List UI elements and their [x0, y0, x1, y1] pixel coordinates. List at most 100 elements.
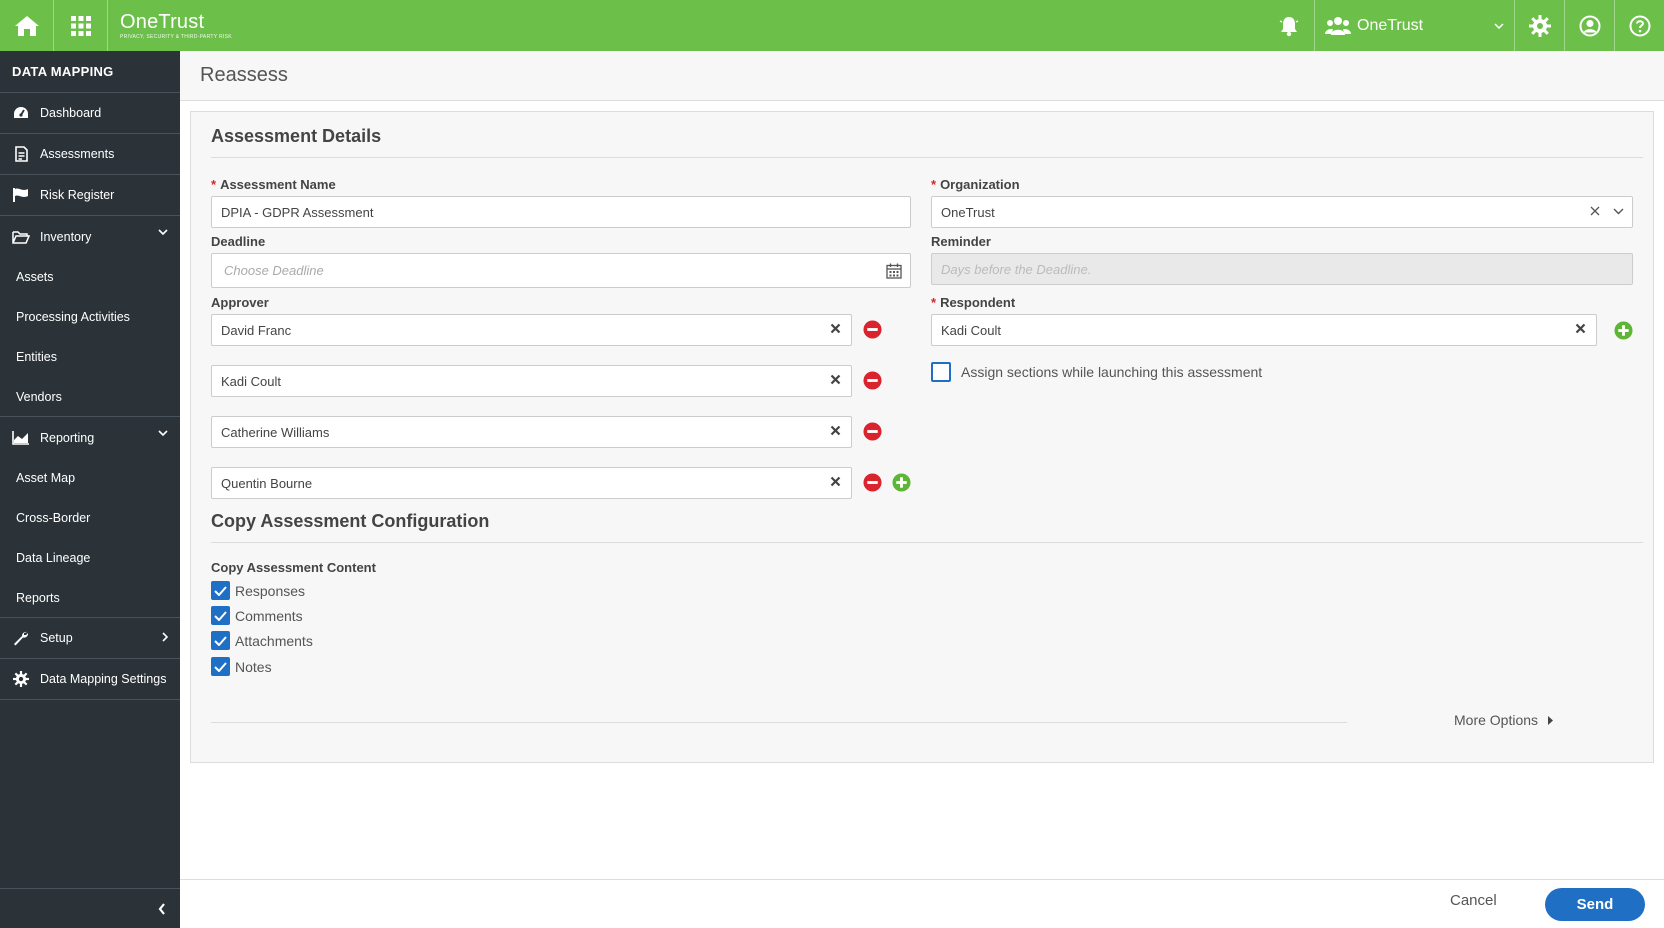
respondent-input[interactable]: Kadi Coult — [931, 314, 1597, 346]
copy-attachments-checkbox[interactable]: Attachments — [211, 631, 313, 650]
dashboard-icon — [12, 104, 30, 122]
sidebar-item-assessments[interactable]: Assessments — [0, 134, 180, 175]
main-content: Reassess Assessment Details * Assessment … — [180, 51, 1664, 928]
sidebar-item-label: Reporting — [40, 430, 95, 445]
top-navigation-bar: OneTrust PRIVACY, SECURITY & THIRD-PARTY… — [0, 0, 1664, 51]
checkmark-icon[interactable] — [211, 581, 230, 600]
notifications-button[interactable] — [1264, 0, 1314, 51]
divider — [211, 722, 1347, 723]
sidebar-item-inventory[interactable]: Inventory — [0, 216, 180, 257]
copy-option-label: Responses — [235, 582, 306, 599]
home-button[interactable] — [0, 0, 54, 51]
sidebar-title: DATA MAPPING — [0, 51, 180, 93]
apps-menu-button[interactable] — [54, 0, 108, 51]
approver-input-4[interactable]: Quentin Bourne — [211, 467, 852, 499]
assessment-name-input[interactable]: DPIA - GDPR Assessment — [211, 196, 911, 228]
sidebar-collapse-button[interactable] — [0, 888, 180, 928]
calendar-icon[interactable] — [886, 263, 902, 279]
caret-right-icon — [1548, 715, 1554, 725]
assessment-name-label: * Assessment Name — [211, 177, 336, 192]
gear-icon — [1528, 14, 1551, 37]
clear-icon[interactable] — [1590, 206, 1600, 216]
approver-label: Approver — [211, 295, 269, 310]
chevron-down-icon — [158, 229, 168, 235]
clear-icon[interactable] — [830, 323, 841, 334]
clear-icon[interactable] — [830, 374, 841, 385]
flag-icon — [12, 186, 30, 204]
wrench-icon — [12, 629, 30, 647]
assign-sections-label: Assign sections while launching this ass… — [961, 364, 1263, 380]
copy-responses-checkbox[interactable]: Responses — [211, 581, 305, 600]
copy-option-label: Attachments — [235, 632, 313, 649]
chevron-left-icon — [158, 902, 165, 915]
settings-button[interactable] — [1514, 0, 1564, 51]
clear-icon[interactable] — [830, 425, 841, 436]
deadline-label: Deadline — [211, 234, 266, 249]
sidebar-subitem-assets[interactable]: Assets — [0, 257, 180, 297]
sidebar-item-reporting[interactable]: Reporting — [0, 417, 180, 458]
sidebar-subitem-asset-map[interactable]: Asset Map — [0, 458, 180, 498]
sidebar-item-dashboard[interactable]: Dashboard — [0, 93, 180, 134]
divider — [211, 542, 1643, 543]
divider — [211, 157, 1643, 158]
respondent-label: * Respondent — [931, 295, 1016, 310]
remove-approver-icon[interactable] — [863, 320, 882, 339]
more-options-toggle[interactable]: More Options — [1454, 712, 1554, 728]
sidebar-subitem-reports[interactable]: Reports — [0, 578, 180, 618]
reassess-form-panel: Assessment Details * Assessment Name DPIA… — [190, 111, 1654, 763]
organization-label: * Organization — [931, 177, 1020, 192]
home-icon — [14, 15, 39, 36]
send-button[interactable]: Send — [1545, 888, 1645, 921]
assign-sections-checkbox[interactable]: Assign sections while launching this ass… — [931, 362, 1262, 382]
sidebar-subitem-entities[interactable]: Entities — [0, 337, 180, 377]
copy-comments-checkbox[interactable]: Comments — [211, 606, 303, 625]
add-respondent-icon[interactable] — [1614, 321, 1633, 340]
page-title: Reassess — [180, 51, 1664, 101]
clear-icon[interactable] — [830, 476, 841, 487]
bell-icon — [1279, 16, 1299, 36]
checkmark-icon[interactable] — [211, 657, 230, 676]
remove-approver-icon[interactable] — [863, 422, 882, 441]
approver-input-2[interactable]: Kadi Coult — [211, 365, 852, 397]
user-profile-button[interactable] — [1564, 0, 1614, 51]
remove-approver-icon[interactable] — [863, 371, 882, 390]
help-button[interactable] — [1614, 0, 1664, 51]
approver-input-1[interactable]: David Franc — [211, 314, 852, 346]
clear-icon[interactable] — [1575, 323, 1586, 334]
users-icon — [1325, 16, 1351, 35]
approver-input-3[interactable]: Catherine Williams — [211, 416, 852, 448]
footer-actions: Cancel Send — [180, 879, 1664, 928]
checkmark-icon[interactable] — [211, 631, 230, 650]
sidebar-subitem-data-lineage[interactable]: Data Lineage — [0, 538, 180, 578]
folder-icon — [12, 228, 30, 246]
copy-notes-checkbox[interactable]: Notes — [211, 657, 272, 676]
chevron-down-icon[interactable] — [1613, 208, 1624, 215]
sidebar-subitem-cross-border[interactable]: Cross-Border — [0, 498, 180, 538]
help-icon — [1629, 15, 1650, 36]
sidebar-item-setup[interactable]: Setup — [0, 618, 180, 659]
remove-approver-icon[interactable] — [863, 473, 882, 492]
cancel-button[interactable]: Cancel — [1450, 892, 1497, 909]
reminder-label: Reminder — [931, 234, 991, 249]
organization-switcher[interactable]: OneTrust — [1314, 0, 1514, 51]
brand-logo[interactable]: OneTrust PRIVACY, SECURITY & THIRD-PARTY… — [108, 0, 232, 51]
deadline-input[interactable]: Choose Deadline — [211, 253, 911, 288]
copy-configuration-title: Copy Assessment Configuration — [211, 511, 490, 531]
sidebar-item-label: Risk Register — [40, 188, 115, 202]
sidebar-subitem-vendors[interactable]: Vendors — [0, 377, 180, 417]
copy-content-label: Copy Assessment Content — [211, 560, 376, 575]
chevron-right-icon — [162, 632, 168, 642]
chevron-down-icon — [158, 430, 168, 436]
document-icon — [12, 145, 30, 163]
sidebar-subitem-processing-activities[interactable]: Processing Activities — [0, 297, 180, 337]
checkbox-unchecked[interactable] — [931, 362, 951, 382]
sidebar-item-risk-register[interactable]: Risk Register — [0, 175, 180, 216]
checkmark-icon[interactable] — [211, 606, 230, 625]
apps-grid-icon — [70, 15, 91, 36]
organization-select[interactable]: OneTrust — [931, 196, 1633, 228]
sidebar-item-data-mapping-settings[interactable]: Data Mapping Settings — [0, 659, 180, 700]
sidebar-item-label: Dashboard — [40, 106, 102, 120]
reminder-input[interactable]: Days before the Deadline. — [931, 253, 1633, 285]
user-icon — [1579, 15, 1600, 36]
add-approver-icon[interactable] — [892, 473, 911, 492]
